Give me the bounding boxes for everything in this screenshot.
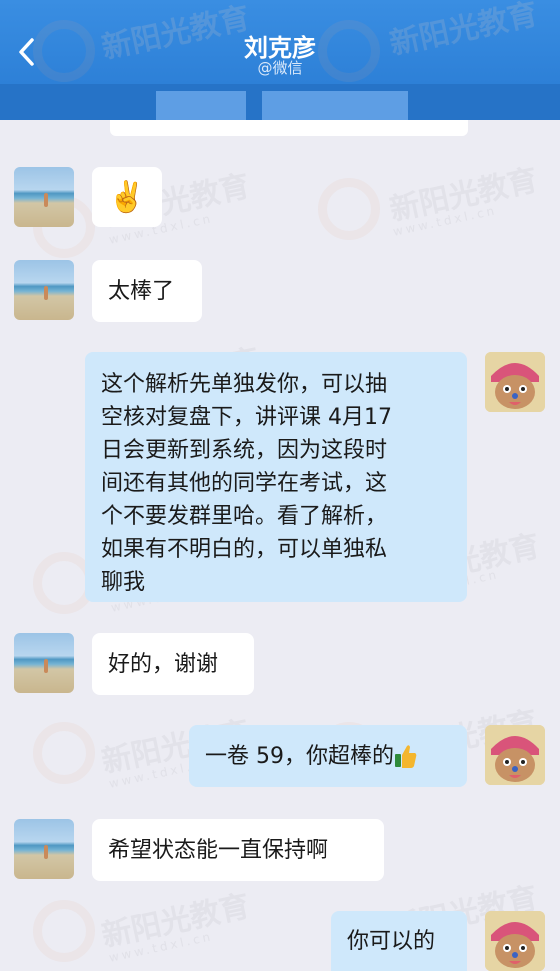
contact-avatar[interactable] — [14, 167, 74, 227]
message-bubble[interactable]: 好的，谢谢 — [92, 633, 254, 695]
message-bubble[interactable]: 这个解析先单独发你，可以抽 空核对复盘下，讲评课 4月17 日会更新到系统，因为… — [85, 352, 467, 602]
redacted-block — [156, 91, 246, 121]
user-avatar[interactable] — [485, 725, 545, 785]
chopper-icon — [485, 911, 545, 971]
thumbs-up-icon — [395, 745, 417, 768]
message-bubble[interactable]: ✌️ — [92, 167, 162, 227]
watermark-logo — [33, 900, 95, 962]
watermark-url: www.tdxl.cn — [107, 929, 215, 965]
watermark-logo — [318, 178, 380, 240]
watermark-url: www.tdxl.cn — [391, 203, 499, 239]
message-bubble[interactable]: 希望状态能一直保持啊 — [92, 819, 384, 881]
message-line: 这个解析先单独发你，可以抽 — [101, 372, 388, 397]
redacted-block — [262, 91, 408, 121]
chopper-icon — [485, 725, 545, 785]
user-avatar[interactable] — [485, 352, 545, 412]
contact-avatar[interactable] — [14, 633, 74, 693]
message-line: 间还有其他的同学在考试，这 — [101, 471, 388, 496]
contact-avatar[interactable] — [14, 260, 74, 320]
message-line: 如果有不明白的，可以单独私 — [101, 537, 388, 562]
chat-header: 刘克彦 @微信 — [0, 0, 560, 121]
contact-source: @微信 — [257, 59, 303, 77]
message-line: 个不要发群里哈。看了解析， — [101, 504, 388, 529]
message-text: 一卷 59，你超棒的 — [205, 743, 394, 769]
watermark-logo — [33, 722, 95, 784]
message-line: 聊我 — [101, 570, 146, 595]
message-bubble[interactable]: 太棒了 — [92, 260, 202, 322]
message-line: 空核对复盘下，讲评课 4月17 — [101, 405, 392, 430]
message-bubble[interactable]: 一卷 59，你超棒的 — [189, 725, 467, 787]
previous-message-fragment — [110, 120, 468, 136]
chopper-icon — [485, 352, 545, 412]
message-bubble[interactable]: 你可以的 — [331, 911, 467, 971]
user-avatar[interactable] — [485, 911, 545, 971]
watermark-text: 新阳光教育 — [98, 888, 253, 955]
message-line: 日会更新到系统，因为这段时 — [101, 438, 388, 463]
contact-avatar[interactable] — [14, 819, 74, 879]
watermark-text: 新阳光教育 — [386, 162, 541, 229]
